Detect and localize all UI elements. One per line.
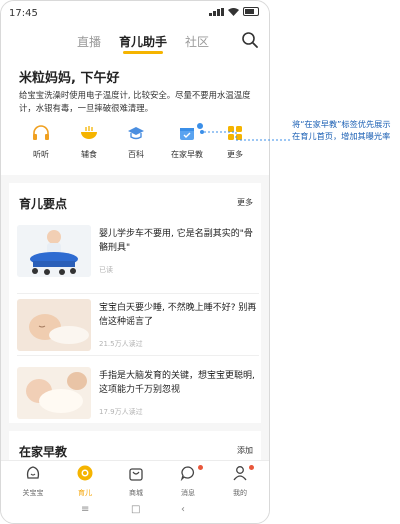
annotation-note: 将“在家早教”标签优先展示在育儿首页，增加其曝光率 bbox=[292, 119, 391, 141]
annotation-connector bbox=[200, 130, 292, 141]
